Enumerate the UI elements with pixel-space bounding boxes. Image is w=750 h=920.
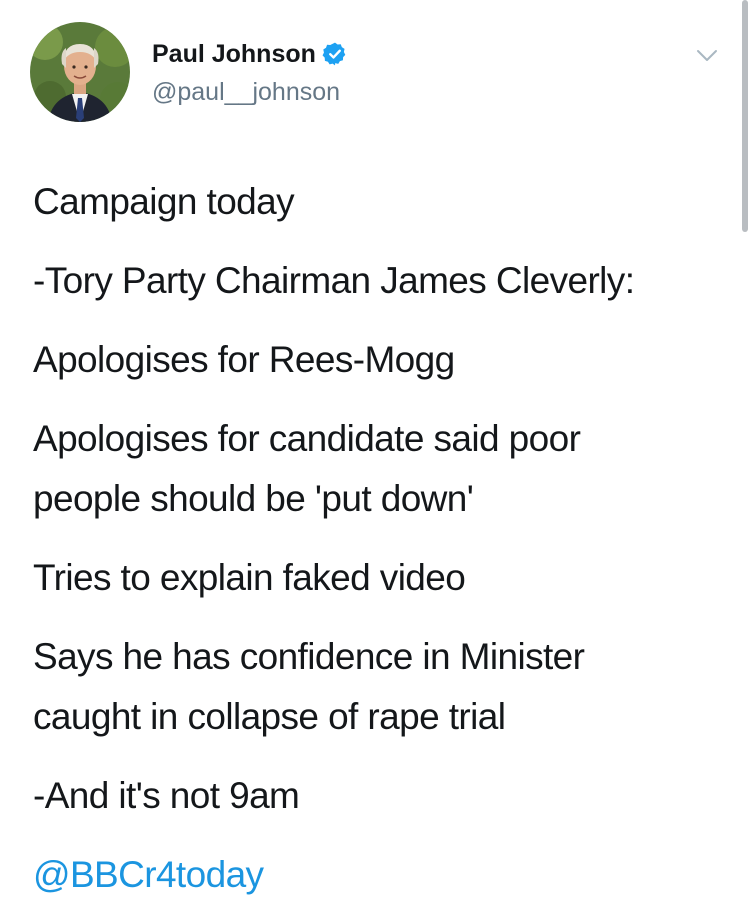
scrollbar[interactable] — [742, 0, 748, 232]
user-handle[interactable]: @paul__johnson — [152, 78, 340, 107]
tweet-line: -And it's not 9am — [33, 775, 300, 816]
display-name[interactable]: Paul Johnson — [152, 40, 316, 69]
tweet-line: Says he has confidence in Minister — [33, 636, 585, 677]
tweet-text: Campaign today -Tory Party Chairman Jame… — [33, 172, 723, 905]
name-row: Paul Johnson — [152, 38, 348, 70]
tweet-line: -Tory Party Chairman James Cleverly: — [33, 260, 635, 301]
tweet-line: Tries to explain faked video — [33, 557, 466, 598]
mention-link[interactable]: @BBCr4today — [33, 845, 723, 905]
tweet-line: Apologises for Rees-Mogg — [33, 339, 455, 380]
tweet-header: Paul Johnson @paul__johnson — [30, 22, 730, 122]
tweet-line: people should be 'put down' — [33, 478, 474, 519]
tweet-line: Apologises for candidate said poor — [33, 418, 581, 459]
verified-badge-icon — [322, 41, 348, 67]
tweet-line: Campaign today — [33, 181, 295, 222]
tweet-line: caught in collapse of rape trial — [33, 696, 506, 737]
chevron-down-icon[interactable] — [694, 42, 720, 68]
avatar[interactable] — [30, 22, 130, 122]
tweet-card: Paul Johnson @paul__johnson Campaign tod… — [0, 0, 750, 920]
